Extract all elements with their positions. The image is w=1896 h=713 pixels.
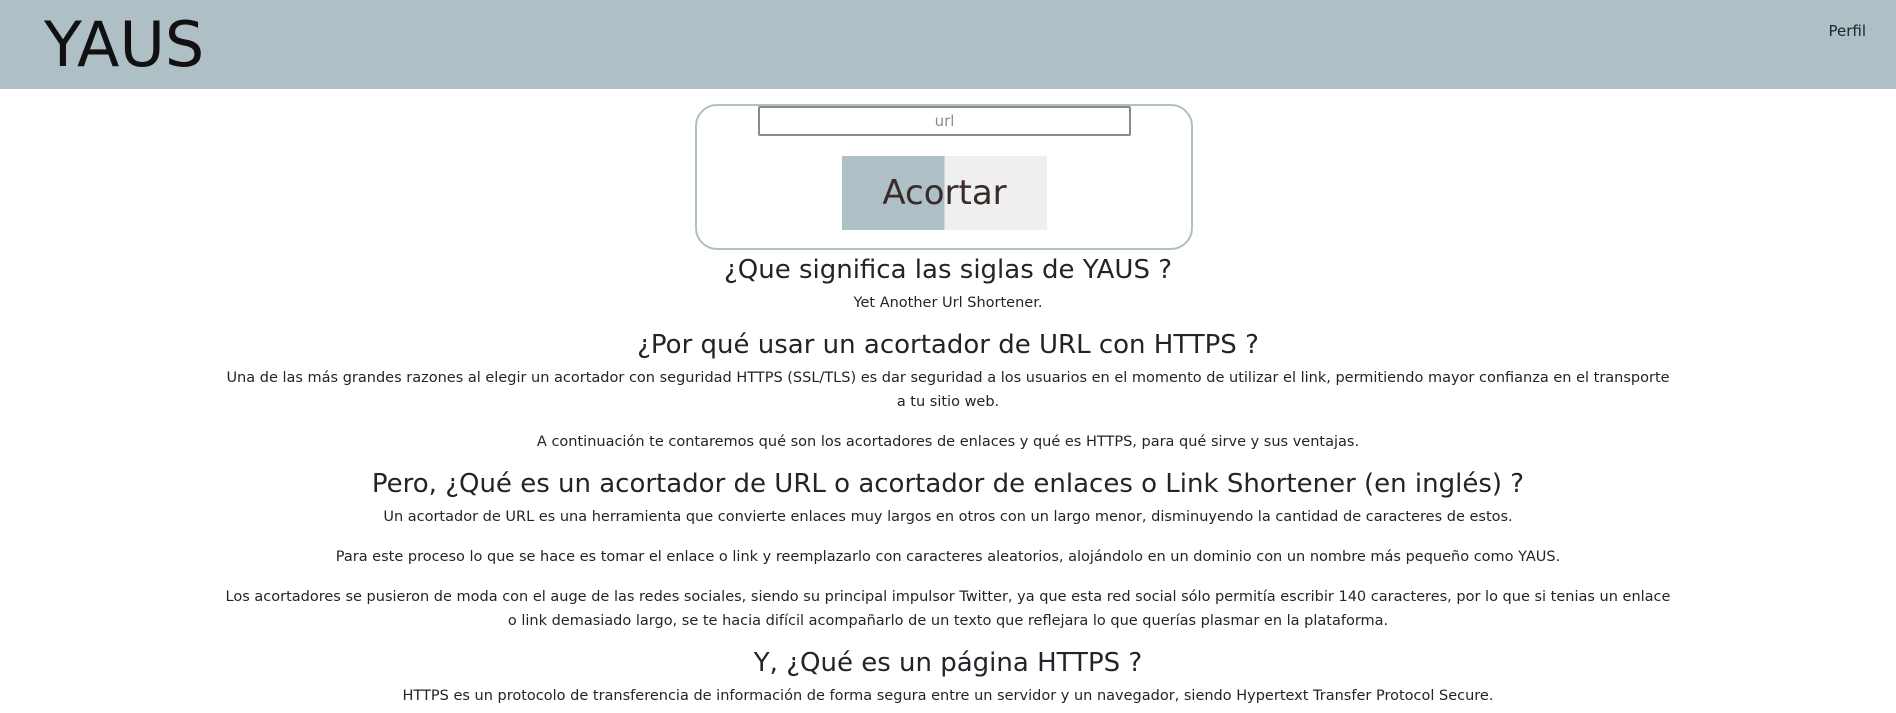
section-paragraph: Yet Another Url Shortener. bbox=[853, 295, 1043, 311]
shorten-button[interactable]: Acortar bbox=[842, 156, 1047, 230]
top-navbar: YAUS Perfil bbox=[0, 0, 1896, 89]
section-heading-why-https: ¿Por qué usar un acortador de URL con HT… bbox=[637, 330, 1259, 360]
section-paragraph: A continuación te contaremos qué son los… bbox=[536, 434, 1360, 450]
section-heading-what-is-shortener: Pero, ¿Qué es un acortador de URL o acor… bbox=[371, 469, 1525, 499]
section-heading-what-is-https: Y, ¿Qué es un página HTTPS ? bbox=[753, 648, 1143, 678]
section-paragraph: Para este proceso lo que se hace es toma… bbox=[335, 549, 1561, 565]
section-paragraph: Una de las más grandes razones al elegir… bbox=[226, 370, 1670, 410]
url-input[interactable] bbox=[758, 106, 1131, 136]
section-paragraph: Los acortadores se pusieron de moda con … bbox=[225, 589, 1671, 629]
section-paragraph: Un acortador de URL es una herramienta q… bbox=[383, 509, 1513, 525]
section-heading-yaus-meaning: ¿Que significa las siglas de YAUS ? bbox=[723, 255, 1173, 285]
info-content: ¿Que significa las siglas de YAUS ? Yet … bbox=[220, 251, 1676, 708]
brand-logo[interactable]: YAUS bbox=[44, 6, 204, 84]
section-paragraph: HTTPS es un protocolo de transferencia d… bbox=[402, 688, 1494, 704]
profile-link[interactable]: Perfil bbox=[1828, 22, 1866, 40]
